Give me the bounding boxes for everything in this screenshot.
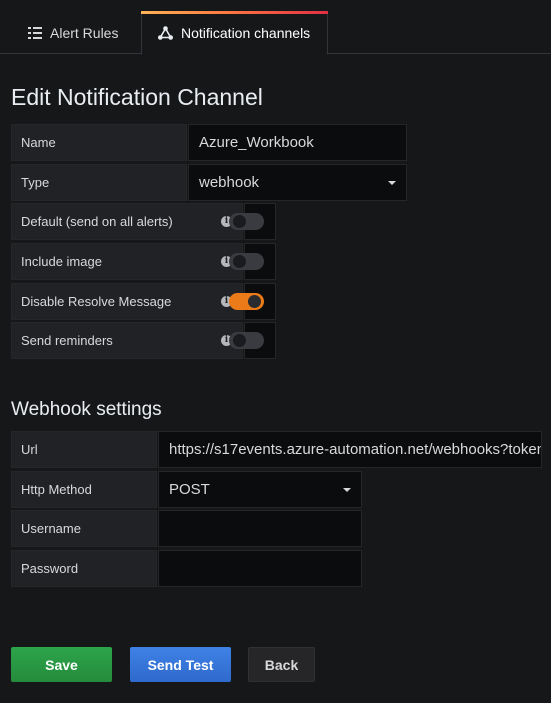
send-reminders-toggle[interactable] [229,332,264,349]
toggle-label-include-image: Include image i [11,243,243,280]
list-icon [28,26,42,39]
tab-label: Notification channels [181,24,311,41]
toggle-label-send-reminders: Send reminders i [11,322,243,359]
type-select[interactable]: webhook [188,164,407,201]
chevron-down-icon [388,181,396,185]
url-label: Url [11,431,157,468]
name-label: Name [11,124,187,161]
tab-bar: Alert Rules Notification channels [0,0,551,55]
back-button[interactable]: Back [248,647,315,682]
toggle-label-default: Default (send on all alerts) i [11,203,243,240]
tab-alert-rules[interactable]: Alert Rules [28,11,118,54]
username-input[interactable] [158,510,362,547]
url-input[interactable]: https://s17events.azure-automation.net/w… [158,431,542,468]
tab-label: Alert Rules [50,24,119,41]
default-toggle[interactable] [229,213,264,230]
send-test-button[interactable]: Send Test [130,647,231,682]
disable-resolve-toggle[interactable] [229,293,264,310]
http-method-select[interactable]: POST [158,471,362,508]
password-label: Password [11,550,157,587]
name-input[interactable]: Azure_Workbook [188,124,407,161]
page-title: Edit Notification Channel [11,84,263,110]
webhook-settings-heading: Webhook settings [11,399,162,420]
include-image-toggle[interactable] [229,253,264,270]
share-nodes-icon [158,25,173,40]
chevron-down-icon [343,488,351,492]
username-label: Username [11,510,157,547]
type-label: Type [11,164,187,201]
http-method-label: Http Method [11,471,157,508]
tab-notification-channels[interactable]: Notification channels [141,11,328,55]
save-button[interactable]: Save [11,647,112,682]
toggle-label-disable-resolve: Disable Resolve Message i [11,283,243,320]
password-input[interactable] [158,550,362,587]
